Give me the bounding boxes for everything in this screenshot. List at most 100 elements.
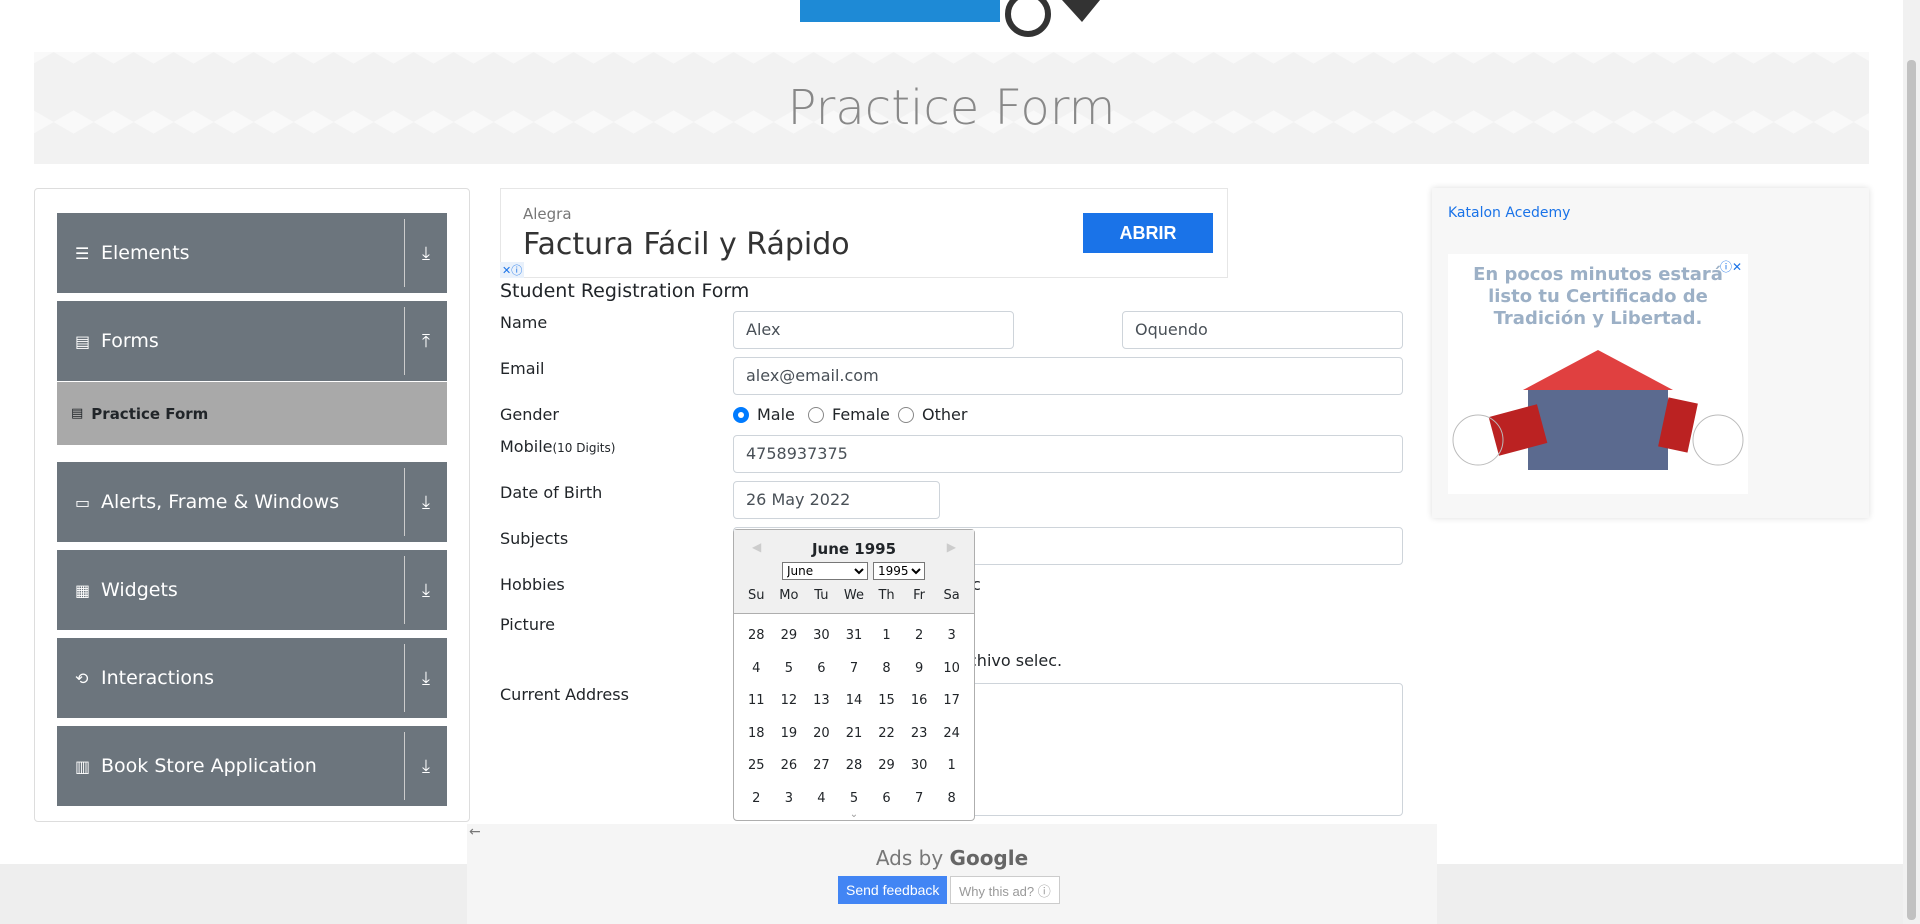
day-cell[interactable]: 18 xyxy=(742,726,770,741)
day-cell[interactable]: 3 xyxy=(775,791,803,806)
sidebar-group-forms[interactable]: ▤ Forms ⤒ xyxy=(57,301,447,381)
top-ad[interactable]: Alegra Factura Fácil y Rápido ABRIR xyxy=(500,188,1228,278)
day-cell[interactable]: 24 xyxy=(938,726,966,741)
day-cell[interactable]: 5 xyxy=(840,791,868,806)
gender-radio-other[interactable]: Other xyxy=(898,405,967,424)
sidebar-group-elements[interactable]: ☰ Elements ⤓ xyxy=(57,213,447,293)
day-cell[interactable]: 8 xyxy=(938,791,966,806)
day-cell[interactable]: 27 xyxy=(807,758,835,773)
why-this-ad-button[interactable]: Why this ad? ⓘ xyxy=(950,876,1060,904)
day-cell[interactable]: 10 xyxy=(938,661,966,676)
day-cell[interactable]: 29 xyxy=(775,628,803,643)
day-cell[interactable]: 22 xyxy=(873,726,901,741)
day-cell[interactable]: 3 xyxy=(938,628,966,643)
page-banner: Practice Form xyxy=(34,52,1869,164)
radio-selected-icon xyxy=(733,406,749,423)
day-cell[interactable]: 30 xyxy=(807,628,835,643)
day-cell[interactable]: 12 xyxy=(775,693,803,708)
interactions-icon: ⟲ xyxy=(75,668,89,688)
day-cell[interactable]: 31 xyxy=(840,628,868,643)
sidebar-group-label: Widgets xyxy=(101,579,178,601)
next-month-icon[interactable]: ▶ xyxy=(947,540,956,554)
mobile-input[interactable]: 4758937375 xyxy=(733,435,1403,473)
day-cell[interactable]: 4 xyxy=(807,791,835,806)
day-cell[interactable]: 23 xyxy=(905,726,933,741)
day-cell[interactable]: 20 xyxy=(807,726,835,741)
file-chooser-status[interactable]: chivo selec. xyxy=(968,651,1062,670)
day-cell[interactable]: 9 xyxy=(905,661,933,676)
download-icon: ⤓ xyxy=(422,667,430,689)
sidebar-group-label: Alerts, Frame & Windows xyxy=(101,491,340,513)
day-cell[interactable]: 14 xyxy=(840,693,868,708)
email-input[interactable]: alex@email.com xyxy=(733,357,1403,395)
day-cell[interactable]: 17 xyxy=(938,693,966,708)
side-ad[interactable]: Katalon Acedemy ⓘ✕ En pocos minutos esta… xyxy=(1432,188,1869,518)
week-row: 28 29 30 31 1 2 3 xyxy=(734,628,974,643)
day-cell[interactable]: 8 xyxy=(873,661,901,676)
ad-cta-button[interactable]: ABRIR xyxy=(1083,213,1213,253)
day-cell[interactable]: 29 xyxy=(873,758,901,773)
month-select[interactable]: June xyxy=(782,562,868,580)
books-icon: ▥ xyxy=(75,756,91,776)
arrow-left-icon[interactable]: ← xyxy=(469,824,481,840)
widgets-icon: ▦ xyxy=(75,580,91,600)
week-row: 18 19 20 21 22 23 24 xyxy=(734,726,974,741)
day-cell[interactable]: 28 xyxy=(742,628,770,643)
day-cell[interactable]: 15 xyxy=(873,693,901,708)
download-icon: ⤓ xyxy=(422,242,430,264)
day-cell[interactable]: 6 xyxy=(873,791,901,806)
day-cell[interactable]: 16 xyxy=(905,693,933,708)
house-illustration xyxy=(1452,350,1744,470)
download-icon: ⤓ xyxy=(422,491,430,513)
day-cell[interactable]: 1 xyxy=(873,628,901,643)
day-cell[interactable]: 2 xyxy=(905,628,933,643)
day-cell[interactable]: 1 xyxy=(938,758,966,773)
send-feedback-button[interactable]: Send feedback xyxy=(838,876,948,904)
day-cell[interactable]: 26 xyxy=(775,758,803,773)
sidebar-group-alerts[interactable]: ▭ Alerts, Frame & Windows ⤓ xyxy=(57,462,447,542)
side-ad-text: En pocos minutos estará listo tu Certifi… xyxy=(1473,264,1723,329)
datepicker-header: ◀ June 1995 ▶ June 1995 Su Mo Tu We Th Fr Sa xyxy=(734,530,974,614)
toolsqa-logo[interactable] xyxy=(800,0,1120,40)
adchoices-icon[interactable]: ✕ⓘ xyxy=(500,262,525,278)
sidebar-group-label: Interactions xyxy=(101,667,214,689)
day-cell[interactable]: 21 xyxy=(840,726,868,741)
day-cell[interactable]: 4 xyxy=(742,661,770,676)
side-ad-link[interactable]: Katalon Acedemy xyxy=(1448,205,1570,221)
day-cell[interactable]: 13 xyxy=(807,693,835,708)
dob-input[interactable]: 26 May 2022 xyxy=(733,481,940,519)
datepicker-month-title: June 1995 xyxy=(811,540,897,558)
name-label: Name xyxy=(500,313,548,332)
form-icon: ▤ xyxy=(71,406,84,421)
sidebar-group-widgets[interactable]: ▦ Widgets ⤓ xyxy=(57,550,447,630)
address-label: Current Address xyxy=(500,685,629,704)
side-ad-creative[interactable]: ⓘ✕ En pocos minutos estará listo tu Cert… xyxy=(1448,254,1748,494)
ad-headline[interactable]: Factura Fácil y Rápido xyxy=(523,227,850,262)
ads-by-google: Ads by Google xyxy=(875,846,1029,870)
day-cell[interactable]: 5 xyxy=(775,661,803,676)
last-name-input[interactable]: Oquendo xyxy=(1122,311,1403,349)
hobbies-label: Hobbies xyxy=(500,575,565,594)
year-select[interactable]: 1995 xyxy=(873,562,925,580)
day-cell[interactable]: 6 xyxy=(807,661,835,676)
gender-radio-male[interactable]: Male xyxy=(733,405,795,424)
sidebar-group-book-store[interactable]: ▥ Book Store Application ⤓ xyxy=(57,726,447,806)
sidebar-group-label: Elements xyxy=(101,242,190,264)
day-cell[interactable]: 11 xyxy=(742,693,770,708)
sidebar-item-practice-form[interactable]: ▤ Practice Form xyxy=(57,382,447,445)
day-cell[interactable]: 2 xyxy=(742,791,770,806)
scrollbar-thumb[interactable] xyxy=(1907,60,1916,920)
chevron-down-icon[interactable]: ⌄ xyxy=(734,809,974,820)
day-cell[interactable]: 25 xyxy=(742,758,770,773)
day-cell[interactable]: 28 xyxy=(840,758,868,773)
sidebar-group-interactions[interactable]: ⟲ Interactions ⤓ xyxy=(57,638,447,718)
adchoices-icon[interactable]: ⓘ✕ xyxy=(1720,258,1742,275)
day-cell[interactable]: 30 xyxy=(905,758,933,773)
week-row: 4 5 6 7 8 9 10 xyxy=(734,661,974,676)
gender-radio-female[interactable]: Female xyxy=(808,405,890,424)
scrollbar[interactable] xyxy=(1903,0,1920,924)
day-cell[interactable]: 7 xyxy=(905,791,933,806)
day-cell[interactable]: 7 xyxy=(840,661,868,676)
day-cell[interactable]: 19 xyxy=(775,726,803,741)
first-name-input[interactable]: Alex xyxy=(733,311,1014,349)
